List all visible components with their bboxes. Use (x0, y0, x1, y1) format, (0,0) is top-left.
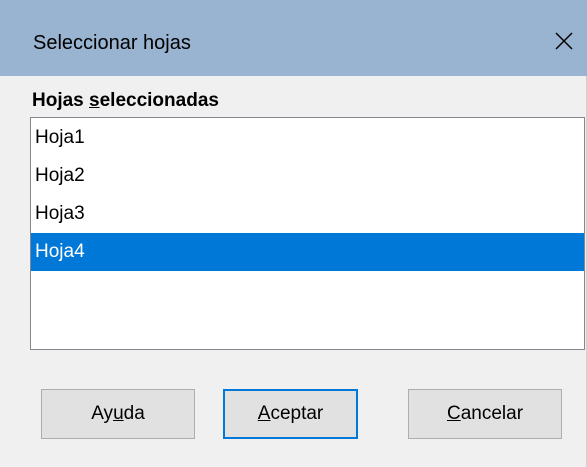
sheets-listbox[interactable]: Hoja1 Hoja2 Hoja3 Hoja4 (30, 117, 585, 350)
list-item-hoja1[interactable]: Hoja1 (31, 119, 584, 157)
ok-button[interactable]: Aceptar (223, 389, 358, 439)
title-bar: Seleccionar hojas (0, 0, 587, 76)
dialog-content: Hojas seleccionadas Hoja1 Hoja2 Hoja3 Ho… (0, 76, 586, 467)
selected-sheets-label: Hojas seleccionadas (32, 90, 219, 111)
list-item-hoja4[interactable]: Hoja4 (31, 233, 584, 271)
cancel-button[interactable]: Cancelar (408, 389, 562, 439)
select-sheets-dialog: Seleccionar hojas Hojas seleccionadas Ho… (0, 0, 587, 467)
dialog-title: Seleccionar hojas (33, 32, 191, 54)
help-button[interactable]: Ay u da (41, 389, 195, 439)
close-icon (555, 32, 573, 50)
close-button[interactable] (549, 26, 579, 56)
list-item-hoja2[interactable]: Hoja2 (31, 157, 584, 195)
list-item-hoja3[interactable]: Hoja3 (31, 195, 584, 233)
